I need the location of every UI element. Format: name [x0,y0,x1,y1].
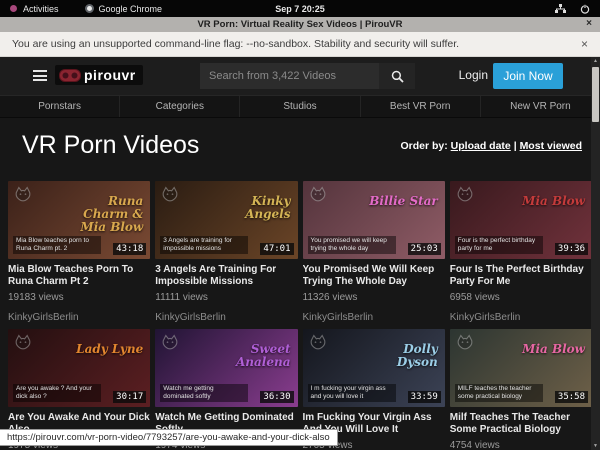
site-header: pirouvr Login Join Now [0,57,600,95]
order-most-viewed-link[interactable]: Most viewed [520,140,582,152]
video-studio-link[interactable]: KinkyGirlsBerlin [303,312,445,323]
video-title[interactable]: You Promised We Will Keep Trying The Who… [303,264,445,287]
thumbnail-overlay-title: Kinky Angels [213,195,291,221]
nav-item-new-vr-porn[interactable]: New VR Porn [481,96,600,117]
video-card[interactable]: Mia Blow Four is the perfect birthday par… [450,181,592,323]
menu-icon[interactable] [33,70,47,81]
video-card[interactable]: Runa Charm & Mia Blow Mia Blow teaches po… [8,181,150,323]
clock[interactable]: Sep 7 20:25 [0,4,600,14]
thumbnail-caption: MILF teaches the teacher some practical … [455,384,543,402]
video-thumbnail[interactable]: Sweet Analena Watch me getting dominated … [155,329,297,407]
cat-mask-watermark-icon [160,333,180,353]
join-now-button[interactable]: Join Now [493,63,563,89]
video-views: 6958 views [450,292,592,303]
video-title[interactable]: Four Is The Perfect Birthday Party For M… [450,264,592,287]
thumbnail-caption: Are you awake ? And your dick also ? [13,384,101,402]
window-title: VR Porn: Virtual Reality Sex Videos | Pi… [197,19,402,30]
video-studio-link[interactable]: KinkyGirlsBerlin [155,312,297,323]
scroll-down-icon[interactable]: ▼ [593,442,598,450]
video-title[interactable]: 3 Angels Are Training For Impossible Mis… [155,264,297,287]
search-bar [200,63,415,89]
thumbnail-caption: Watch me getting dominated softly [160,384,248,402]
scroll-up-icon[interactable]: ▲ [593,57,598,65]
login-link[interactable]: Login [459,68,488,82]
search-input[interactable] [200,63,379,89]
cat-mask-watermark-icon [13,185,33,205]
cat-mask-watermark-icon [308,185,328,205]
duration-badge: 39:36 [555,243,588,255]
system-top-bar: Activities Google Chrome Sep 7 20:25 [0,0,600,17]
duration-badge: 33:59 [408,391,441,403]
vr-headset-icon [59,69,81,82]
scrollbar-thumb[interactable] [592,67,599,122]
video-title[interactable]: Milf Teaches The Teacher Some Practical … [450,412,592,435]
nav-item-pornstars[interactable]: Pornstars [0,96,120,117]
thumbnail-overlay-title: Mia Blow [522,195,585,208]
scrollbar[interactable]: ▲ ▼ [591,57,600,450]
thumbnail-caption: Mia Blow teaches porn to Runa Charm pt. … [13,236,101,254]
chrome-infobar: You are using an unsupported command-lin… [0,32,600,57]
window-titlebar: VR Porn: Virtual Reality Sex Videos | Pi… [0,17,600,32]
video-title[interactable]: Mia Blow Teaches Porn To Runa Charm Pt 2 [8,264,150,287]
thumbnail-overlay-title: Mia Blow [522,343,585,356]
video-grid: Runa Charm & Mia Blow Mia Blow teaches po… [8,181,592,450]
cat-mask-watermark-icon [160,185,180,205]
thumbnail-overlay-title: Lady Lyne [76,343,143,356]
order-by-label: Order by: [400,140,447,152]
cat-mask-watermark-icon [308,333,328,353]
nav-item-best-vr-porn[interactable]: Best VR Porn [361,96,481,117]
thumbnail-overlay-title: Runa Charm & Mia Blow [65,195,143,234]
cat-mask-watermark-icon [455,185,475,205]
nav-item-studios[interactable]: Studios [240,96,360,117]
video-studio-link[interactable]: KinkyGirlsBerlin [8,312,150,323]
video-card[interactable]: Mia Blow MILF teaches the teacher some pr… [450,329,592,450]
duration-badge: 25:03 [408,243,441,255]
video-views: 4754 views [450,440,592,450]
order-upload-date-link[interactable]: Upload date [451,140,511,152]
page-title: VR Porn Videos [22,131,199,160]
thumbnail-caption: I m fucking your virgin ass and you will… [308,384,396,402]
site-logo[interactable]: pirouvr [55,65,143,85]
cat-mask-watermark-icon [13,333,33,353]
video-thumbnail[interactable]: Mia Blow Four is the perfect birthday par… [450,181,592,259]
duration-badge: 36:30 [260,391,293,403]
thumbnail-overlay-title: Dolly Dyson [360,343,438,369]
order-separator: | [514,140,517,152]
video-thumbnail[interactable]: Kinky Angels 3 Angels are training for im… [155,181,297,259]
duration-badge: 30:17 [113,391,146,403]
infobar-close-icon[interactable]: × [581,37,588,51]
search-icon [391,70,404,83]
infobar-message: You are using an unsupported command-lin… [12,38,459,50]
order-by: Order by: Upload date | Most viewed [400,140,582,152]
duration-badge: 43:18 [113,243,146,255]
thumbnail-caption: You promised we will keep trying the who… [308,236,396,254]
logo-text: pirouvr [84,67,136,83]
page-head: VR Porn Videos Order by: Upload date | M… [0,118,600,174]
duration-badge: 35:58 [555,391,588,403]
thumbnail-caption: Four is the perfect birthday party for m… [455,236,543,254]
video-views: 11326 views [303,292,445,303]
cat-mask-watermark-icon [455,333,475,353]
window-close-icon[interactable]: × [586,18,592,29]
thumbnail-overlay-title: Sweet Analena [213,343,291,369]
video-thumbnail[interactable]: Lady Lyne Are you awake ? And your dick a… [8,329,150,407]
search-button[interactable] [379,63,415,89]
video-thumbnail[interactable]: Billie Star You promised we will keep try… [303,181,445,259]
duration-badge: 47:01 [260,243,293,255]
thumbnail-overlay-title: Billie Star [369,195,438,208]
video-views: 19183 views [8,292,150,303]
video-card[interactable]: Billie Star You promised we will keep try… [303,181,445,323]
thumbnail-caption: 3 Angels are training for impossible mis… [160,236,248,254]
status-url-tooltip: https://pirouvr.com/vr-porn-video/779325… [0,429,338,446]
video-thumbnail[interactable]: Dolly Dyson I m fucking your virgin ass a… [303,329,445,407]
screen: Activities Google Chrome Sep 7 20:25 VR … [0,0,600,450]
main-nav: PornstarsCategoriesStudiosBest VR PornNe… [0,95,600,118]
video-views: 11111 views [155,292,297,303]
nav-item-categories[interactable]: Categories [120,96,240,117]
video-thumbnail[interactable]: Runa Charm & Mia Blow Mia Blow teaches po… [8,181,150,259]
video-studio-link[interactable]: KinkyGirlsBerlin [450,312,592,323]
video-card[interactable]: Kinky Angels 3 Angels are training for im… [155,181,297,323]
video-thumbnail[interactable]: Mia Blow MILF teaches the teacher some pr… [450,329,592,407]
